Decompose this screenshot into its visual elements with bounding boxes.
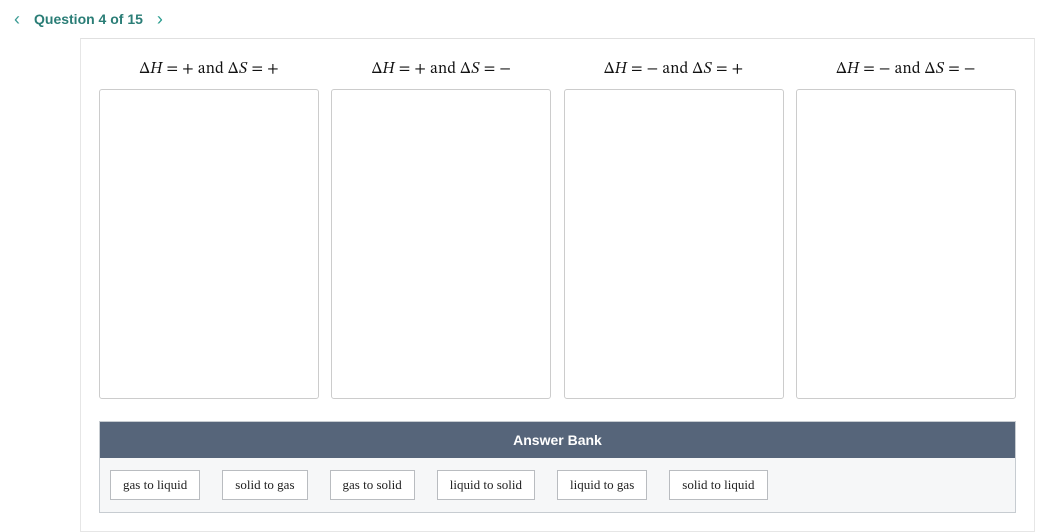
dropzone-1[interactable] <box>99 89 319 399</box>
answer-chip[interactable]: liquid to solid <box>437 470 535 500</box>
dropzone-3[interactable] <box>564 89 784 399</box>
bin-col-2: Δ𝐻 = + and Δ𝑆 = − <box>331 59 551 399</box>
next-question-icon[interactable]: › <box>157 10 163 28</box>
answer-chip[interactable]: liquid to gas <box>557 470 647 500</box>
bin-col-4: Δ𝐻 = − and Δ𝑆 = − <box>796 59 1016 399</box>
prev-question-icon[interactable]: ‹ <box>14 10 20 28</box>
answer-bank-title: Answer Bank <box>100 422 1015 458</box>
answer-bank: Answer Bank gas to liquid solid to gas g… <box>99 421 1016 513</box>
bin-header: Δ𝐻 = + and Δ𝑆 = − <box>372 59 512 79</box>
bin-header: Δ𝐻 = − and Δ𝑆 = + <box>604 59 744 79</box>
drop-bins-row: Δ𝐻 = + and Δ𝑆 = + Δ𝐻 = + and Δ𝑆 = − Δ𝐻 =… <box>99 59 1016 399</box>
dropzone-2[interactable] <box>331 89 551 399</box>
answer-chip[interactable]: solid to gas <box>222 470 307 500</box>
bin-header: Δ𝐻 = + and Δ𝑆 = + <box>139 59 279 79</box>
answer-chip[interactable]: gas to solid <box>330 470 415 500</box>
bin-col-3: Δ𝐻 = − and Δ𝑆 = + <box>564 59 784 399</box>
bin-col-1: Δ𝐻 = + and Δ𝑆 = + <box>99 59 319 399</box>
question-counter: Question 4 of 15 <box>34 11 143 27</box>
answer-chip[interactable]: gas to liquid <box>110 470 200 500</box>
answer-chip[interactable]: solid to liquid <box>669 470 767 500</box>
question-nav: ‹ Question 4 of 15 › <box>0 0 1052 38</box>
dropzone-4[interactable] <box>796 89 1016 399</box>
bin-header: Δ𝐻 = − and Δ𝑆 = − <box>836 59 976 79</box>
question-panel: Δ𝐻 = + and Δ𝑆 = + Δ𝐻 = + and Δ𝑆 = − Δ𝐻 =… <box>80 38 1035 532</box>
answer-bank-body: gas to liquid solid to gas gas to solid … <box>100 458 1015 512</box>
